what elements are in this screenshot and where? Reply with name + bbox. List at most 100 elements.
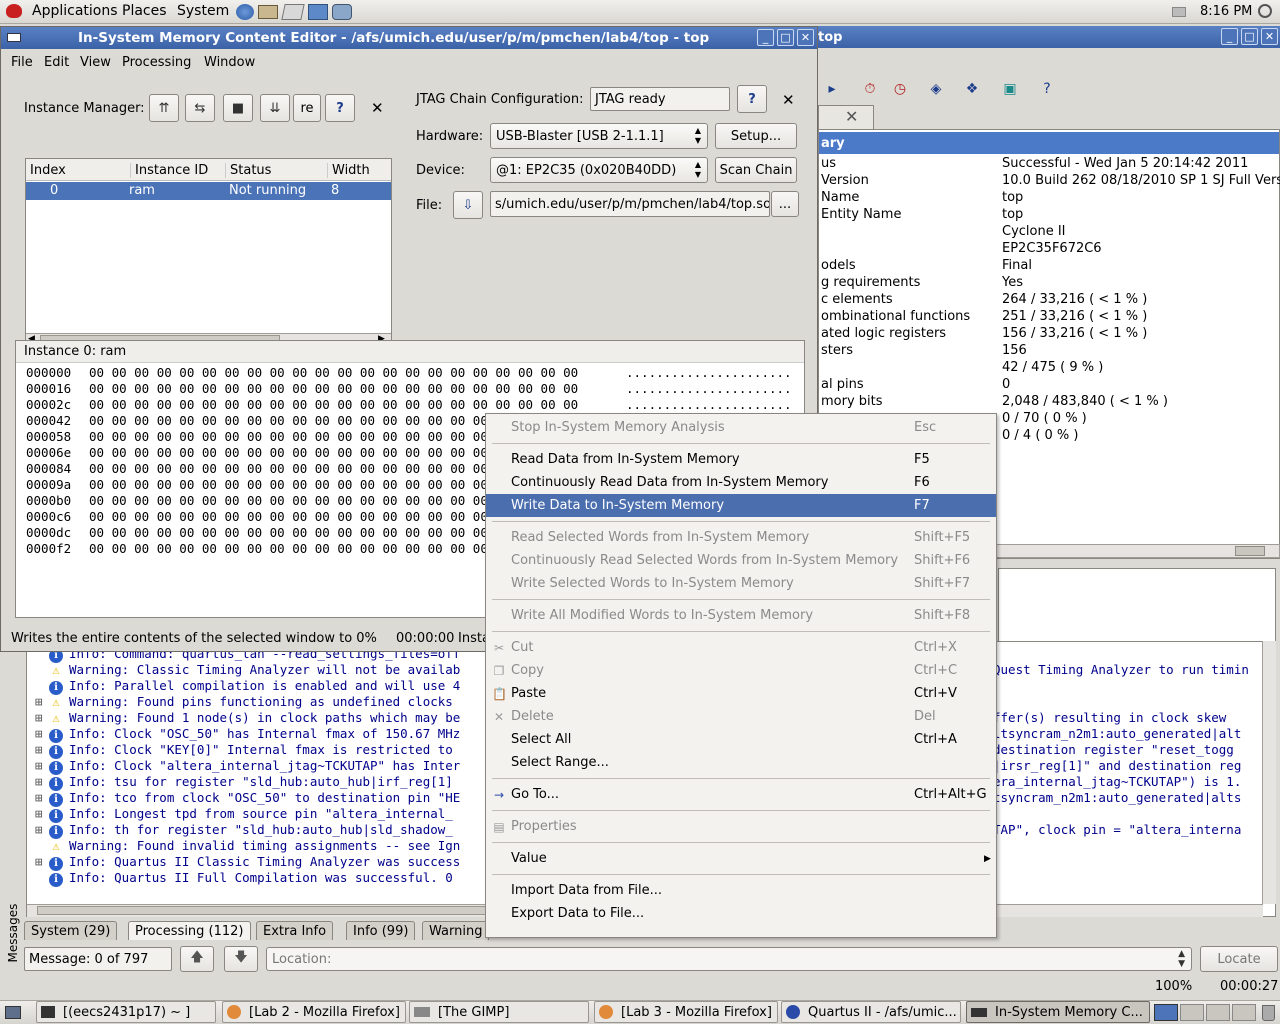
mail-launcher-icon[interactable] bbox=[258, 5, 278, 19]
previous-message-button[interactable]: 🡅 bbox=[180, 946, 214, 972]
hex-row[interactable]: 000000 00 00 00 00 00 00 00 00 00 00 00 0… bbox=[26, 365, 792, 381]
export-instance-icon[interactable]: ⇊ bbox=[260, 94, 290, 122]
next-message-button[interactable]: 🡇 bbox=[224, 946, 258, 972]
show-desktop-icon[interactable] bbox=[5, 1006, 21, 1019]
web-browser-launcher-icon[interactable] bbox=[236, 4, 254, 20]
menu-item-stop-in-system-memory-analysis[interactable]: Stop In-System Memory Analysis Esc bbox=[486, 416, 996, 439]
jtag-help-icon[interactable]: ? bbox=[737, 85, 767, 113]
chip-planner-icon[interactable]: ◈ bbox=[922, 76, 950, 102]
locate-button[interactable]: Locate bbox=[1200, 946, 1278, 972]
menu-item-read-data-from-in-system-memory[interactable]: Read Data from In-System Memory F5 bbox=[486, 448, 996, 471]
add-instance-icon[interactable]: ⇈ bbox=[149, 94, 179, 122]
hex-row[interactable]: 0000b0 00 00 00 00 00 00 00 00 00 00 00 0… bbox=[26, 493, 578, 509]
expand-icon[interactable]: ⊞ bbox=[35, 790, 47, 805]
panel-menu-places[interactable]: Places bbox=[122, 3, 167, 19]
taskbar-firefox-lab2[interactable]: [Lab 2 - Mozilla Firefox] bbox=[222, 1001, 406, 1023]
logout-icon[interactable] bbox=[1258, 4, 1272, 18]
summary-scroll-thumb[interactable] bbox=[1235, 546, 1265, 556]
panel-menu-applications[interactable]: Applications bbox=[32, 3, 118, 19]
menu-item-continuously-read-data-from-in-system-memory[interactable]: Continuously Read Data from In-System Me… bbox=[486, 471, 996, 494]
timequest-icon[interactable]: ◷ bbox=[886, 76, 914, 102]
message-line[interactable]: ⊞ i Info: Longest tpd from source pin "alt… bbox=[35, 806, 453, 823]
taskbar-firefox-lab3[interactable]: [Lab 3 - Mozilla Firefox] bbox=[594, 1001, 778, 1023]
window-menu-icon[interactable] bbox=[7, 33, 21, 42]
instance-manager-close-icon[interactable]: ✕ bbox=[371, 99, 384, 117]
message-tab[interactable]: System (29) bbox=[24, 921, 118, 940]
instance-help-icon[interactable]: ? bbox=[325, 94, 355, 122]
workspace-2[interactable] bbox=[1180, 1004, 1204, 1021]
panel-menu-system[interactable]: System bbox=[177, 3, 229, 19]
quartus-minimize-button[interactable]: _ bbox=[1221, 28, 1238, 45]
menu-item-read-selected-words-from-in-system-memory[interactable]: Read Selected Words from In-System Memor… bbox=[486, 526, 996, 549]
message-line[interactable]: ⊞ i Info: Clock "KEY[0]" Internal fmax is … bbox=[35, 742, 1234, 759]
editor-close-button[interactable]: ✕ bbox=[797, 29, 814, 46]
message-line[interactable]: ⊞ ⚠ Warning: Found pins functioning as und… bbox=[35, 694, 453, 710]
compilation-report-tab[interactable]: ✕ bbox=[818, 105, 874, 129]
editor-maximize-button[interactable]: □ bbox=[777, 29, 794, 46]
hex-row[interactable]: 000016 00 00 00 00 00 00 00 00 00 00 00 0… bbox=[26, 381, 792, 397]
import-instance-icon[interactable]: ⇆ bbox=[185, 94, 215, 122]
menu-window[interactable]: Window bbox=[204, 55, 255, 70]
refresh-instances-button[interactable]: re bbox=[293, 94, 321, 122]
workspace-switcher-icon[interactable] bbox=[1154, 1004, 1178, 1021]
expand-icon[interactable]: ⊞ bbox=[35, 726, 47, 741]
menu-item-write-all-modified-words-to-in-system-memory[interactable]: Write All Modified Words to In-System Me… bbox=[486, 604, 996, 627]
panel-clock[interactable]: 8:16 PM bbox=[1200, 4, 1252, 19]
hex-ascii[interactable]: ...................... bbox=[626, 365, 792, 380]
workspace-4[interactable] bbox=[1232, 1004, 1256, 1021]
expand-icon[interactable]: ⊞ bbox=[35, 854, 47, 869]
expand-icon[interactable]: ⊞ bbox=[35, 758, 47, 773]
message-line[interactable]: ⊞ ⚠ Warning: Found 1 node(s) in clock path… bbox=[35, 710, 1226, 726]
hex-row[interactable]: 00006e 00 00 00 00 00 00 00 00 00 00 00 0… bbox=[26, 445, 578, 461]
expand-icon[interactable]: ⊞ bbox=[35, 710, 47, 725]
message-line[interactable]: ⊞ i Info: Quartus II Classic Timing Analyz… bbox=[35, 854, 460, 871]
col-width[interactable]: Width bbox=[327, 163, 370, 178]
taskbar-quartus[interactable]: Quartus II - /afs/umic... bbox=[781, 1001, 961, 1023]
scan-chain-button[interactable]: Scan Chain bbox=[715, 157, 797, 183]
message-line[interactable]: ⊞ i Info: tco from clock "OSC_50" to desti… bbox=[35, 790, 1241, 807]
browse-file-button[interactable]: ... bbox=[771, 191, 799, 217]
message-tab[interactable]: Info (99) bbox=[346, 921, 416, 940]
menu-item-select-range[interactable]: Select Range... bbox=[486, 751, 996, 774]
menu-processing[interactable]: Processing bbox=[122, 55, 191, 70]
menu-item-properties[interactable]: ▤ Properties bbox=[486, 815, 996, 838]
expand-icon[interactable]: ⊞ bbox=[35, 742, 47, 757]
trash-icon[interactable] bbox=[1262, 1005, 1275, 1021]
menu-file[interactable]: File bbox=[11, 55, 33, 70]
device-select[interactable]: @1: EP2C35 (0x020B40DD) ▲ ▼ bbox=[490, 157, 708, 183]
expand-icon[interactable]: ⊞ bbox=[35, 694, 47, 709]
menu-item-import-data-from-file[interactable]: Import Data from File... bbox=[486, 879, 996, 902]
message-line[interactable]: i Info: Parallel compilation is enabled a… bbox=[35, 678, 460, 695]
hex-row[interactable]: 00002c 00 00 00 00 00 00 00 00 00 00 00 0… bbox=[26, 397, 792, 413]
menu-item-delete[interactable]: ✕ Delete Del bbox=[486, 705, 996, 728]
programmer-icon[interactable]: ▣ bbox=[996, 76, 1024, 102]
menu-item-go-to[interactable]: → Go To... Ctrl+Alt+G bbox=[486, 783, 996, 806]
start-analysis-icon[interactable]: ▸ bbox=[818, 76, 846, 102]
menu-view[interactable]: View bbox=[80, 55, 111, 70]
sof-file-field[interactable]: s/umich.edu/user/p/m/pmchen/lab4/top.sof bbox=[490, 191, 770, 217]
workspace-3[interactable] bbox=[1206, 1004, 1230, 1021]
hex-ascii[interactable]: ...................... bbox=[626, 397, 792, 412]
hex-ascii[interactable]: ...................... bbox=[626, 381, 792, 396]
expand-icon[interactable]: ⊞ bbox=[35, 806, 47, 821]
instance-row[interactable]: 0 ram Not running 8 bbox=[26, 182, 391, 200]
menu-item-copy[interactable]: ❐ Copy Ctrl+C bbox=[486, 659, 996, 682]
netlist-viewer-icon[interactable]: ❖ bbox=[958, 76, 986, 102]
close-report-icon[interactable]: ✕ bbox=[845, 107, 858, 126]
hex-row[interactable]: 000084 00 00 00 00 00 00 00 00 00 00 00 0… bbox=[26, 461, 578, 477]
hex-row[interactable]: 00009a 00 00 00 00 00 00 00 00 00 00 00 0… bbox=[26, 477, 578, 493]
timing-analyzer-icon[interactable]: ⏱ bbox=[856, 76, 884, 102]
setup-button[interactable]: Setup... bbox=[715, 123, 797, 149]
menu-item-write-selected-words-to-in-system-memory[interactable]: Write Selected Words to In-System Memory… bbox=[486, 572, 996, 595]
message-line[interactable]: ⚠ Warning: Classic Timing Analyzer will n… bbox=[35, 662, 1249, 678]
hex-bytes[interactable]: 00 00 00 00 00 00 00 00 00 00 00 00 00 0… bbox=[89, 381, 578, 396]
hex-bytes[interactable]: 00 00 00 00 00 00 00 00 00 00 00 00 00 0… bbox=[89, 365, 578, 380]
hardware-select[interactable]: USB-Blaster [USB 2-1.1.1] ▲ ▼ bbox=[490, 123, 708, 149]
quartus-maximize-button[interactable]: □ bbox=[1241, 28, 1258, 45]
menu-item-continuously-read-selected-words-from-in-system-memory[interactable]: Continuously Read Selected Words from In… bbox=[486, 549, 996, 572]
col-index[interactable]: Index bbox=[30, 163, 66, 178]
editor-minimize-button[interactable]: _ bbox=[757, 29, 774, 46]
menu-item-write-data-to-in-system-memory[interactable]: Write Data to In-System Memory F7 bbox=[486, 494, 996, 517]
taskbar-memory-editor[interactable]: In-System Memory C... bbox=[966, 1001, 1150, 1023]
hex-row[interactable]: 000058 00 00 00 00 00 00 00 00 00 00 00 0… bbox=[26, 429, 578, 445]
